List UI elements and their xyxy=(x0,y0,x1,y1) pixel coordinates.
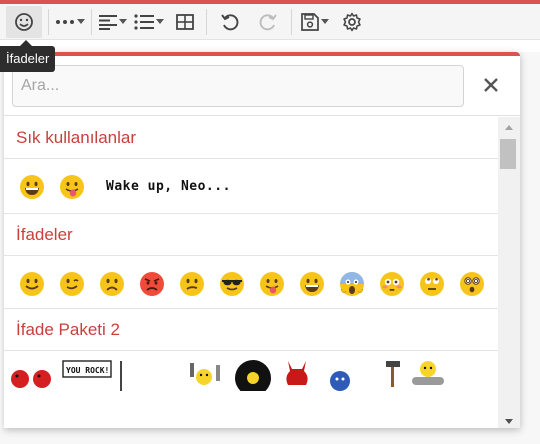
more-options-button[interactable] xyxy=(53,6,87,38)
tongue-face-icon xyxy=(60,175,84,199)
emotes-emoji-row xyxy=(4,256,498,309)
hammer-icon xyxy=(386,361,400,387)
smilies-scrollbar[interactable] xyxy=(498,117,520,428)
cool-emoji[interactable] xyxy=(212,264,252,304)
undo-button[interactable] xyxy=(211,6,249,38)
save-icon xyxy=(301,12,319,31)
align-button[interactable] xyxy=(96,6,130,38)
blue-creature-icon xyxy=(330,371,350,391)
bulleted-list-icon xyxy=(134,13,154,30)
you-rock-sign-icon: YOU ROCK! xyxy=(62,360,122,391)
smilies-search-row xyxy=(4,56,520,116)
hammer-smiley[interactable] xyxy=(384,359,404,394)
text-smiley[interactable]: Wake up, Neo... xyxy=(106,167,231,207)
smiley-icon xyxy=(15,12,33,31)
tongue-face-icon xyxy=(260,272,284,296)
undo-icon xyxy=(221,13,239,30)
confused-face-icon xyxy=(180,272,204,296)
scrollbar-thumb[interactable] xyxy=(500,139,516,169)
align-left-icon xyxy=(99,14,117,30)
you-rock-text: YOU ROCK! xyxy=(66,366,109,375)
smilies-tooltip: İfadeler xyxy=(0,46,56,72)
more-horizontal-icon xyxy=(56,19,74,24)
grinning-emoji[interactable] xyxy=(292,264,332,304)
gear-icon xyxy=(343,12,361,31)
pack2-emoji-row: YOU ROCK! xyxy=(4,351,498,396)
list-button[interactable] xyxy=(130,6,168,38)
devil-smiley[interactable] xyxy=(282,357,312,396)
chevron-down-icon xyxy=(156,19,164,24)
vinyl-record-smiley[interactable] xyxy=(232,357,274,396)
tongue-out-emoji[interactable] xyxy=(52,167,92,207)
dizzy-emoji[interactable] xyxy=(452,264,492,304)
blue-smiley[interactable] xyxy=(326,365,354,396)
page-background xyxy=(0,428,520,444)
sunglasses-face-icon xyxy=(220,272,244,296)
scream-emoji[interactable] xyxy=(332,264,372,304)
scroll-down-arrow[interactable] xyxy=(505,419,513,424)
frown-icon xyxy=(100,272,124,296)
dizzy-face-icon xyxy=(460,272,484,296)
section-title-frequent: Sık kullanılanlar xyxy=(4,117,498,159)
wink-emoji[interactable] xyxy=(52,264,92,304)
red-ladybug-smiley[interactable] xyxy=(10,361,54,396)
save-draft-button[interactable] xyxy=(296,6,334,38)
smilies-popup: Sık kullanılanlar Wake up, Neo... xyxy=(4,52,520,428)
scroll-up-arrow[interactable] xyxy=(505,125,513,130)
page-background xyxy=(520,52,540,444)
smilies-list[interactable]: Sık kullanılanlar Wake up, Neo... İfadel… xyxy=(4,117,498,428)
angry-emoji[interactable] xyxy=(132,264,172,304)
you-rock-smiley[interactable]: YOU ROCK! xyxy=(62,359,126,396)
slight-smile-icon xyxy=(20,272,44,296)
ladybug-icon xyxy=(11,370,51,388)
devil-icon xyxy=(286,361,308,385)
insert-table-button[interactable] xyxy=(168,6,202,38)
flushed-emoji[interactable] xyxy=(372,264,412,304)
redo-icon xyxy=(259,13,277,30)
section-title-pack2: İfade Paketi 2 xyxy=(4,309,498,351)
smilies-search-input[interactable] xyxy=(12,65,464,107)
confused-emoji[interactable] xyxy=(172,264,212,304)
vinyl-record-icon xyxy=(235,360,271,396)
redo-button[interactable] xyxy=(249,6,287,38)
eye-roll-emoji[interactable] xyxy=(412,264,452,304)
tongue-out-emoji[interactable] xyxy=(252,264,292,304)
frequent-emoji-row: Wake up, Neo... xyxy=(4,159,498,214)
chevron-down-icon xyxy=(119,19,127,24)
close-button[interactable] xyxy=(480,74,502,96)
toolbar-separator xyxy=(91,8,92,35)
table-icon xyxy=(176,13,194,30)
scream-face-icon xyxy=(340,272,364,296)
angry-face-icon xyxy=(140,272,164,296)
band-smiley[interactable] xyxy=(188,359,228,396)
editor-toolbar xyxy=(0,4,540,40)
smilies-button[interactable] xyxy=(6,5,42,38)
grinning-face-icon xyxy=(300,272,324,296)
grinning-emoji[interactable] xyxy=(12,167,52,207)
eye-roll-face-icon xyxy=(420,272,444,296)
band-icon xyxy=(190,363,220,385)
toolbar-separator xyxy=(291,8,292,35)
grinning-face-icon xyxy=(20,175,44,199)
tank-smiley[interactable] xyxy=(410,357,446,394)
chevron-down-icon xyxy=(321,19,329,24)
slight-smile-emoji[interactable] xyxy=(12,264,52,304)
tank-smiley-icon xyxy=(412,361,444,385)
flushed-face-icon xyxy=(380,272,404,296)
toolbar-separator xyxy=(206,8,207,35)
frown-emoji[interactable] xyxy=(92,264,132,304)
toolbar-separator xyxy=(48,8,49,35)
section-title-emotes: İfadeler xyxy=(4,214,498,256)
chevron-down-icon xyxy=(77,19,85,24)
close-icon xyxy=(484,78,498,92)
wink-icon xyxy=(60,272,84,296)
settings-button[interactable] xyxy=(334,6,370,38)
